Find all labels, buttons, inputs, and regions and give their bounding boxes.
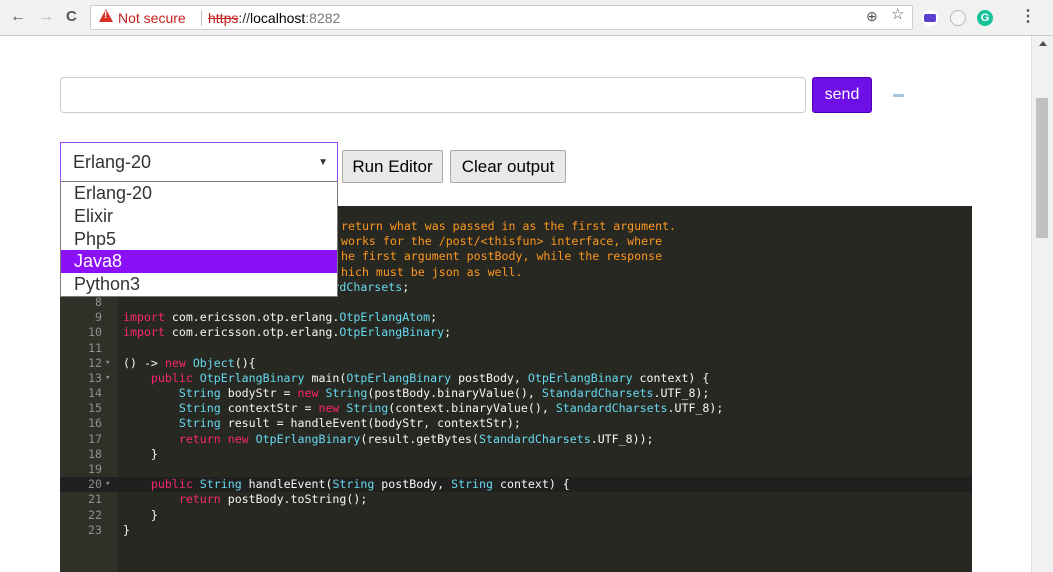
code-text: }: [123, 507, 158, 522]
language-option[interactable]: Python3: [61, 273, 337, 296]
code-text: }: [123, 522, 130, 537]
line-number: 19: [88, 462, 102, 476]
code-text: () -> new Object(){: [123, 355, 256, 370]
security-indicator[interactable]: Not secure: [118, 10, 186, 26]
code-text: String bodyStr = new String(postBody.bin…: [178, 386, 710, 401]
line-number: 12: [88, 355, 102, 370]
page-scrollbar[interactable]: [1031, 36, 1053, 572]
code-line: 20 ▾ public String handleEvent(String pos…: [60, 477, 972, 493]
language-option[interactable]: Erlang-20: [61, 182, 337, 205]
run-editor-button[interactable]: Run Editor: [342, 150, 443, 183]
code-text: import com.ericsson.otp.erlang.OtpErlang…: [123, 325, 452, 340]
code-line: 18 }: [60, 447, 972, 462]
address-divider: [201, 10, 202, 26]
language-options-list[interactable]: Erlang-20 Elixir Php5 Java8 Python3: [60, 181, 338, 297]
forward-icon[interactable]: →: [38, 8, 54, 26]
code-text: return postBody.toString();: [178, 492, 368, 507]
url-separator: ://: [238, 10, 251, 26]
code-text: import com.ericsson.otp.erlang.OtpErlang…: [123, 310, 438, 325]
url-port: :8282: [305, 10, 341, 26]
fold-icon[interactable]: ▾: [105, 356, 110, 371]
language-select-value: Erlang-20: [73, 152, 152, 172]
circle-extension-icon[interactable]: [950, 10, 966, 26]
code-line: 16 String result = handleEvent(bodyStr, …: [60, 416, 972, 431]
fold-icon[interactable]: ▾: [105, 477, 110, 492]
line-number: 15: [88, 401, 102, 416]
code-line: 23}: [60, 523, 972, 538]
code-comment: hich must be json as well.: [341, 264, 523, 279]
code-line: 11: [60, 341, 972, 356]
code-text: String result = handleEvent(bodyStr, con…: [178, 416, 521, 431]
language-option[interactable]: Php5: [61, 228, 337, 251]
code-line: 19: [60, 462, 972, 477]
code-line: 15 String contextStr = new String(contex…: [60, 401, 972, 416]
code-text: }: [123, 446, 158, 461]
line-number: 11: [88, 340, 102, 355]
url-text[interactable]: https://localhost:8282: [208, 10, 340, 26]
line-number: 21: [88, 492, 102, 507]
line-number: 14: [88, 386, 102, 401]
send-button[interactable]: send: [812, 77, 872, 113]
warning-icon: [99, 9, 113, 22]
url-host: localhost: [250, 10, 306, 26]
code-text: public String handleEvent(String postBod…: [150, 477, 570, 492]
clear-output-button[interactable]: Clear output: [450, 150, 566, 183]
url-scheme: https: [208, 10, 239, 26]
code-text: String contextStr = new String(context.b…: [178, 401, 724, 416]
code-line: 12 ▾ () -> new Object(){: [60, 356, 972, 371]
code-text: public OtpErlangBinary main(OtpErlangBin…: [150, 370, 710, 385]
loading-indicator: [893, 94, 904, 97]
line-number: 20: [88, 477, 102, 492]
code-text: return new OtpErlangBinary(result.getByt…: [178, 431, 654, 446]
menu-icon[interactable]: ⋮: [1020, 8, 1036, 26]
address-bar[interactable]: Not secure https://localhost:8282: [90, 5, 913, 30]
message-input[interactable]: [60, 77, 806, 113]
language-select[interactable]: Erlang-20 ▼: [60, 142, 338, 182]
language-option[interactable]: Java8: [61, 250, 337, 274]
code-line: 21 return postBody.toString();: [60, 492, 972, 507]
line-number: 9: [95, 310, 102, 325]
line-number: 23: [88, 522, 102, 537]
code-line: 10 import com.ericsson.otp.erlang.OtpErla…: [60, 325, 972, 340]
zoom-icon[interactable]: ⊕: [866, 8, 878, 24]
line-number: 16: [88, 416, 102, 431]
fold-icon[interactable]: ▾: [105, 371, 110, 386]
code-line: 13 ▾ public OtpErlangBinary main(OtpErlan…: [60, 371, 972, 386]
reload-icon[interactable]: C: [66, 8, 77, 26]
language-option[interactable]: Elixir: [61, 205, 337, 228]
line-number: 22: [88, 507, 102, 522]
back-icon[interactable]: ←: [10, 8, 26, 26]
code-line: 22 }: [60, 508, 972, 523]
code-comment: he first argument postBody, while the re…: [341, 249, 663, 264]
extension-icon[interactable]: [922, 10, 938, 26]
line-number: 17: [88, 431, 102, 446]
scroll-up-icon[interactable]: [1039, 41, 1047, 46]
dropdown-caret-icon: ▼: [318, 157, 328, 168]
line-number: 10: [88, 325, 102, 340]
code-line: 9 import com.ericsson.otp.erlang.OtpErlan…: [60, 310, 972, 325]
star-icon[interactable]: ☆: [891, 7, 904, 23]
code-line: 8: [60, 295, 972, 310]
scrollbar-thumb[interactable]: [1036, 98, 1048, 238]
line-number: 18: [88, 446, 102, 461]
grammarly-icon[interactable]: G: [977, 10, 993, 26]
code-line: 17 return new OtpErlangBinary(result.get…: [60, 432, 972, 447]
line-number: 13: [88, 370, 102, 385]
line-number: 8: [95, 294, 102, 309]
code-comment: return what was passed in as the first a…: [341, 219, 677, 233]
code-comment: works for the /post/<thisfun> interface,…: [341, 234, 663, 249]
browser-toolbar: ← → C Not secure https://localhost:8282 …: [0, 0, 1053, 36]
code-line: 14 String bodyStr = new String(postBody.…: [60, 386, 972, 401]
